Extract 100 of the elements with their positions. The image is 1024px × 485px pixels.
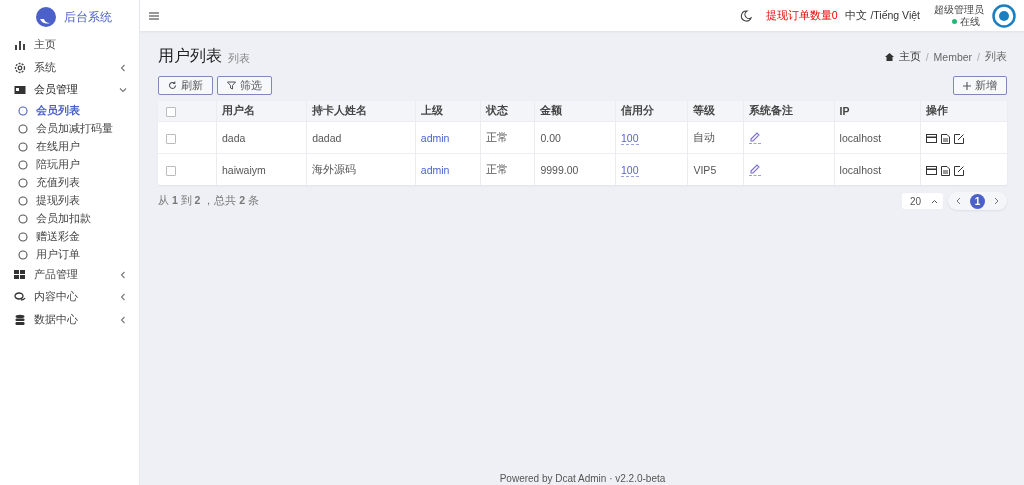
chevron-icon bbox=[119, 315, 127, 324]
table-cell: VIP5 bbox=[687, 153, 744, 185]
table-cell: 正常 bbox=[480, 121, 535, 154]
logo-icon bbox=[35, 6, 57, 28]
filter-button[interactable]: 筛选 bbox=[217, 76, 272, 95]
submenu-item[interactable]: 提现列表 bbox=[0, 191, 139, 210]
credit-value[interactable]: 100 bbox=[621, 131, 639, 145]
sidebar-item[interactable]: 主页 bbox=[0, 34, 139, 57]
pagination-summary: 从 1 到 2 ，总共 2 条 bbox=[158, 194, 260, 208]
checkbox[interactable] bbox=[166, 133, 176, 144]
language-link[interactable]: 中文 /Tiếng Việt bbox=[845, 8, 920, 23]
column-header: 上级 bbox=[415, 101, 481, 122]
breadcrumb-separator: / bbox=[925, 51, 929, 63]
refresh-icon bbox=[168, 81, 177, 90]
circle-icon bbox=[18, 123, 28, 134]
page-subtitle: 列表 bbox=[228, 52, 250, 66]
menu-icon[interactable] bbox=[149, 10, 159, 21]
page-title: 用户列表 bbox=[158, 46, 222, 66]
create-button[interactable]: 新增 bbox=[953, 76, 1007, 95]
chevron-icon bbox=[119, 293, 127, 302]
chat-icon bbox=[14, 291, 26, 304]
breadcrumb-link[interactable]: Member bbox=[933, 51, 973, 63]
table-cell: haiwaiym bbox=[216, 153, 307, 185]
footer-text: Powered by Dcat Admin · v2.2.0-beta bbox=[499, 473, 666, 484]
bar-chart-icon bbox=[14, 39, 26, 52]
table-cell: localhost bbox=[834, 121, 921, 154]
submenu-item[interactable]: 会员列表 bbox=[0, 101, 139, 120]
previous-icon[interactable] bbox=[955, 197, 963, 205]
checkbox[interactable] bbox=[166, 165, 176, 176]
filter-icon bbox=[227, 81, 236, 90]
circle-icon bbox=[18, 249, 28, 260]
column-header: 金额 bbox=[534, 101, 616, 122]
chevron-icon bbox=[119, 270, 127, 279]
table-cell: dadad bbox=[306, 121, 416, 154]
checkbox[interactable] bbox=[166, 107, 176, 118]
submenu-item[interactable]: 陪玩用户 bbox=[0, 155, 139, 174]
credit-value[interactable]: 100 bbox=[621, 163, 639, 177]
settings-icon bbox=[14, 61, 26, 74]
document-icon[interactable] bbox=[940, 133, 950, 144]
grid-icon bbox=[14, 268, 26, 281]
caret-icon bbox=[931, 198, 938, 204]
table-cell: dada bbox=[216, 121, 307, 154]
card-icon[interactable] bbox=[925, 134, 937, 144]
database-icon bbox=[14, 313, 26, 326]
table-cell[interactable]: admin bbox=[415, 153, 481, 185]
page-button[interactable]: 1 bbox=[970, 193, 985, 209]
column-header: 持卡人姓名 bbox=[306, 101, 416, 122]
column-header: 系统备注 bbox=[743, 101, 835, 122]
circle-icon bbox=[18, 213, 28, 224]
circle-icon bbox=[18, 141, 28, 152]
id-card-icon bbox=[14, 84, 26, 97]
table-cell: 海外源码 bbox=[306, 153, 416, 185]
column-header: 等级 bbox=[687, 101, 744, 122]
column-header: 操作 bbox=[920, 101, 1007, 122]
breadcrumb-link[interactable]: 列表 bbox=[985, 50, 1007, 64]
submenu-item[interactable]: 会员加扣款 bbox=[0, 209, 139, 228]
next-icon[interactable] bbox=[992, 197, 1000, 205]
plus-icon bbox=[963, 81, 971, 90]
submenu-item[interactable]: 会员加减打码量 bbox=[0, 119, 139, 138]
submenu-item[interactable]: 赠送彩金 bbox=[0, 227, 139, 246]
per-page-select[interactable]: 20 bbox=[901, 193, 943, 209]
edit-icon[interactable] bbox=[953, 165, 964, 176]
column-header: 信用分 bbox=[615, 101, 688, 122]
submenu-item[interactable]: 在线用户 bbox=[0, 137, 139, 156]
edit-icon[interactable] bbox=[953, 133, 964, 144]
breadcrumb-separator: / bbox=[977, 51, 980, 63]
circle-icon bbox=[18, 159, 28, 170]
user-status: 在线 bbox=[960, 15, 980, 28]
moon-icon[interactable] bbox=[739, 9, 752, 22]
table-cell: 正常 bbox=[480, 153, 535, 185]
table-cell: 9999.00 bbox=[534, 153, 616, 185]
table-cell[interactable]: admin bbox=[415, 121, 481, 154]
circle-icon bbox=[18, 231, 28, 242]
chevron-icon bbox=[119, 63, 127, 72]
sidebar-item[interactable]: 产品管理 bbox=[0, 263, 139, 286]
chevron-icon bbox=[119, 86, 127, 95]
breadcrumb-link[interactable]: 主页 bbox=[898, 50, 921, 64]
circle-icon bbox=[18, 105, 28, 116]
table-cell: 自动 bbox=[687, 121, 744, 154]
sidebar-item[interactable]: 系统 bbox=[0, 56, 139, 79]
sidebar-item[interactable]: 数据中心 bbox=[0, 308, 139, 331]
column-header: 状态 bbox=[480, 101, 535, 122]
brand-title: 后台系统 bbox=[64, 8, 112, 26]
refresh-button[interactable]: 刷新 bbox=[158, 76, 213, 95]
card-icon[interactable] bbox=[925, 166, 937, 176]
submenu-item[interactable]: 用户订单 bbox=[0, 245, 139, 264]
column-header: IP bbox=[834, 101, 921, 122]
table-cell: 0.00 bbox=[534, 121, 616, 154]
circle-icon bbox=[18, 195, 28, 206]
column-header: 用户名 bbox=[216, 101, 307, 122]
document-icon[interactable] bbox=[940, 165, 950, 176]
user-name[interactable]: 超级管理员 bbox=[934, 3, 984, 16]
table-cell: localhost bbox=[834, 153, 921, 185]
avatar-icon[interactable] bbox=[992, 3, 1016, 28]
sidebar-item[interactable]: 内容中心 bbox=[0, 286, 139, 309]
circle-icon bbox=[18, 177, 28, 188]
sidebar-item[interactable]: 会员管理 bbox=[0, 79, 139, 102]
online-dot bbox=[952, 19, 957, 24]
submenu-item[interactable]: 充值列表 bbox=[0, 173, 139, 192]
withdraw-alert[interactable]: 提现订单数量0 bbox=[765, 8, 838, 23]
